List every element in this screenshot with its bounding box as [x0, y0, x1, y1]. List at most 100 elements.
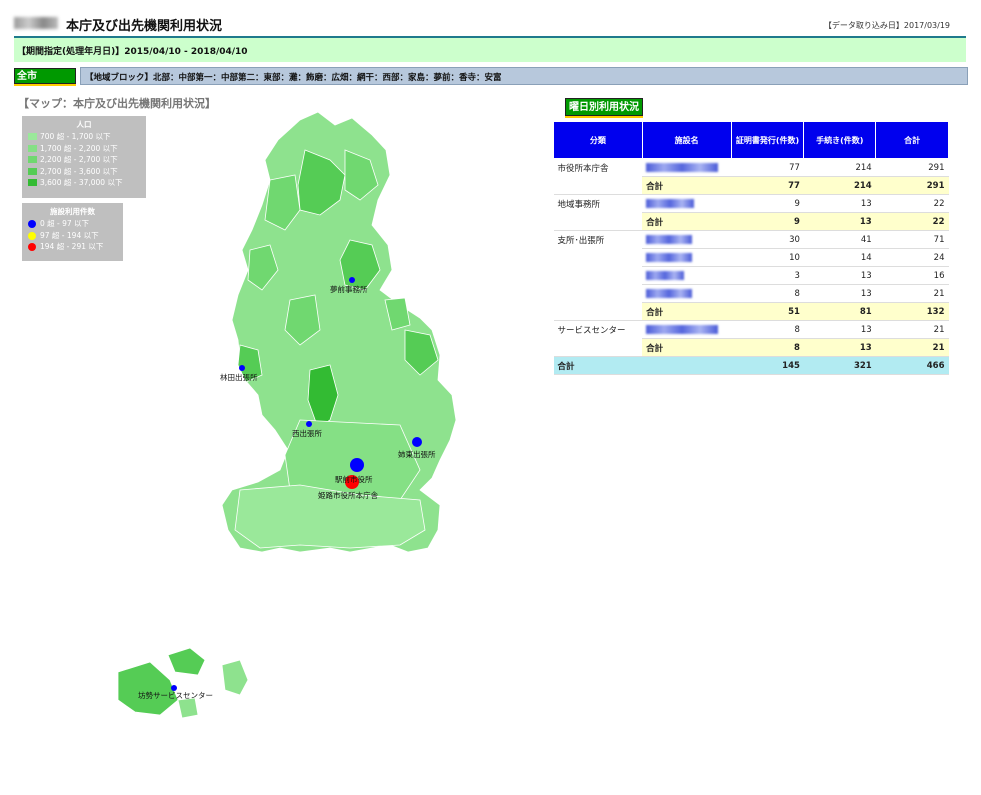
- legend-dot: [28, 231, 36, 240]
- cell-total: 291: [875, 158, 949, 177]
- cell-certificates: 8: [731, 284, 804, 303]
- table-row: 地域事務所 9 13 22: [553, 194, 949, 231]
- subtotal-certificates: 9: [731, 212, 804, 231]
- subtotal-total: 21: [875, 338, 949, 357]
- col-header-category[interactable]: 分類: [553, 121, 643, 159]
- facility-legend-title: 施設利用件数: [50, 207, 95, 216]
- cell-certificates: 30: [731, 230, 804, 249]
- facility-legend-item: 0 超 - 97 以下: [22, 218, 123, 230]
- redacted-name: [646, 324, 719, 334]
- cell-procedures: 13: [803, 320, 876, 339]
- subtotal-label: 合計: [642, 176, 732, 195]
- label-nishi: 西出張所: [292, 428, 322, 438]
- subtotal-certificates: 8: [731, 338, 804, 357]
- legend-swatch: [28, 167, 37, 175]
- table-row: 支所･出張所 30 41 71: [553, 230, 949, 321]
- population-legend-item: 700 超 - 1,700 以下: [22, 131, 146, 143]
- legend-swatch: [28, 144, 37, 152]
- label-ekimae: 駅前市役所: [335, 474, 373, 484]
- subtotal-total: 291: [875, 176, 949, 195]
- legend-label: 700 超 - 1,700 以下: [40, 132, 111, 141]
- weekday-underline: [565, 116, 643, 118]
- facility-legend-item: 194 超 - 291 以下: [22, 241, 123, 253]
- population-legend-item: 2,700 超 - 3,600 以下: [22, 166, 146, 178]
- cell-total: 24: [875, 248, 949, 267]
- category-cell: サービスセンター: [553, 320, 643, 357]
- marker-hayashida: [239, 365, 245, 371]
- marker-ekimae: [350, 458, 364, 472]
- population-legend-item: 2,200 超 - 2,700 以下: [22, 154, 146, 166]
- legend-label: 97 超 - 194 以下: [40, 230, 99, 240]
- label-shikito: 姉東出張所: [398, 449, 436, 459]
- legend-label: 2,700 超 - 3,600 以下: [40, 166, 118, 176]
- table-row: サービスセンター 8 13 21: [553, 320, 949, 357]
- legend-label: 3,600 超 - 37,000 以下: [40, 178, 123, 187]
- col-header-total[interactable]: 合計: [875, 121, 949, 159]
- subtotal-certificates: 51: [731, 302, 804, 321]
- table-header-row: 分類 施設名 証明書発行(件数) 手続き(件数) 合計: [553, 121, 949, 159]
- grand-total-label: 合計: [553, 356, 643, 375]
- col-header-certificates[interactable]: 証明書発行(件数): [730, 121, 805, 159]
- redacted-name: [646, 234, 693, 244]
- facility-name[interactable]: [642, 230, 732, 249]
- facility-name[interactable]: [642, 320, 732, 339]
- weekday-usage-button[interactable]: 曜日別利用状況: [565, 98, 643, 116]
- cell-procedures: 214: [803, 158, 876, 177]
- subtotal-label: 合計: [642, 302, 732, 321]
- grand-total-row: 合計 145 321 466: [553, 356, 949, 375]
- legend-label: 0 超 - 97 以下: [40, 219, 90, 228]
- facility-name[interactable]: [642, 284, 732, 303]
- facility-name[interactable]: [642, 266, 732, 285]
- cell-certificates: 9: [731, 194, 804, 213]
- subtotal-certificates: 77: [731, 176, 804, 195]
- population-legend: 人口 700 超 - 1,700 以下 1,700 超 - 2,200 以下 2…: [22, 116, 146, 198]
- legend-dot: [28, 220, 36, 228]
- label-yumesaki: 夢前事務所: [330, 284, 368, 294]
- grand-total-empty: [642, 356, 732, 375]
- col-header-facility[interactable]: 施設名: [641, 121, 732, 159]
- cell-certificates: 10: [731, 248, 804, 267]
- category-cell: 地域事務所: [553, 194, 643, 231]
- population-legend-item: 1,700 超 - 2,200 以下: [22, 143, 146, 155]
- map-island-3: [221, 659, 249, 696]
- subtotal-procedures: 13: [803, 212, 876, 231]
- legend-label: 194 超 - 291 以下: [40, 242, 104, 251]
- category-cell: 市役所本庁舎: [553, 158, 643, 195]
- facility-name[interactable]: [642, 248, 732, 267]
- city-map[interactable]: 夢前事務所 林田出張所 西出張所 姉東出張所 駅前市役所 姫路市役所本庁舎 坊勢…: [0, 0, 981, 795]
- grand-total-total: 466: [875, 356, 949, 375]
- redacted-name: [646, 288, 693, 298]
- cell-procedures: 13: [803, 284, 876, 303]
- label-hayashida: 林田出張所: [220, 372, 258, 382]
- subtotal-procedures: 13: [803, 338, 876, 357]
- map-island-4: [177, 697, 199, 719]
- cell-total: 21: [875, 320, 949, 339]
- subtotal-procedures: 81: [803, 302, 876, 321]
- table-row: 市役所本庁舎 77 214 291: [553, 158, 949, 195]
- redacted-name: [646, 252, 693, 262]
- usage-table: 分類 施設名 証明書発行(件数) 手続き(件数) 合計 市役所本庁舎 77 21…: [553, 121, 949, 375]
- cell-procedures: 14: [803, 248, 876, 267]
- legend-swatch: [28, 133, 37, 140]
- facility-legend: 施設利用件数 0 超 - 97 以下 97 超 - 194 以下 194 超 -…: [22, 203, 123, 261]
- redacted-name: [646, 162, 719, 172]
- legend-swatch: [28, 156, 37, 163]
- cell-total: 71: [875, 230, 949, 249]
- marker-yumesaki: [349, 277, 355, 283]
- facility-name[interactable]: [642, 194, 732, 213]
- cell-certificates: 77: [731, 158, 804, 177]
- subtotal-total: 132: [875, 302, 949, 321]
- legend-swatch: [28, 179, 37, 186]
- map-island-ieshima: [117, 661, 179, 716]
- marker-shikito: [412, 437, 422, 447]
- col-header-procedures[interactable]: 手続き(件数): [803, 121, 877, 159]
- cell-procedures: 13: [803, 194, 876, 213]
- facility-legend-item: 97 超 - 194 以下: [22, 230, 123, 242]
- cell-total: 21: [875, 284, 949, 303]
- population-legend-title: 人口: [76, 120, 92, 129]
- cell-certificates: 3: [731, 266, 804, 285]
- facility-name[interactable]: [642, 158, 732, 177]
- map-island-2: [167, 647, 206, 676]
- redacted-name: [646, 198, 695, 208]
- legend-label: 1,700 超 - 2,200 以下: [40, 143, 118, 153]
